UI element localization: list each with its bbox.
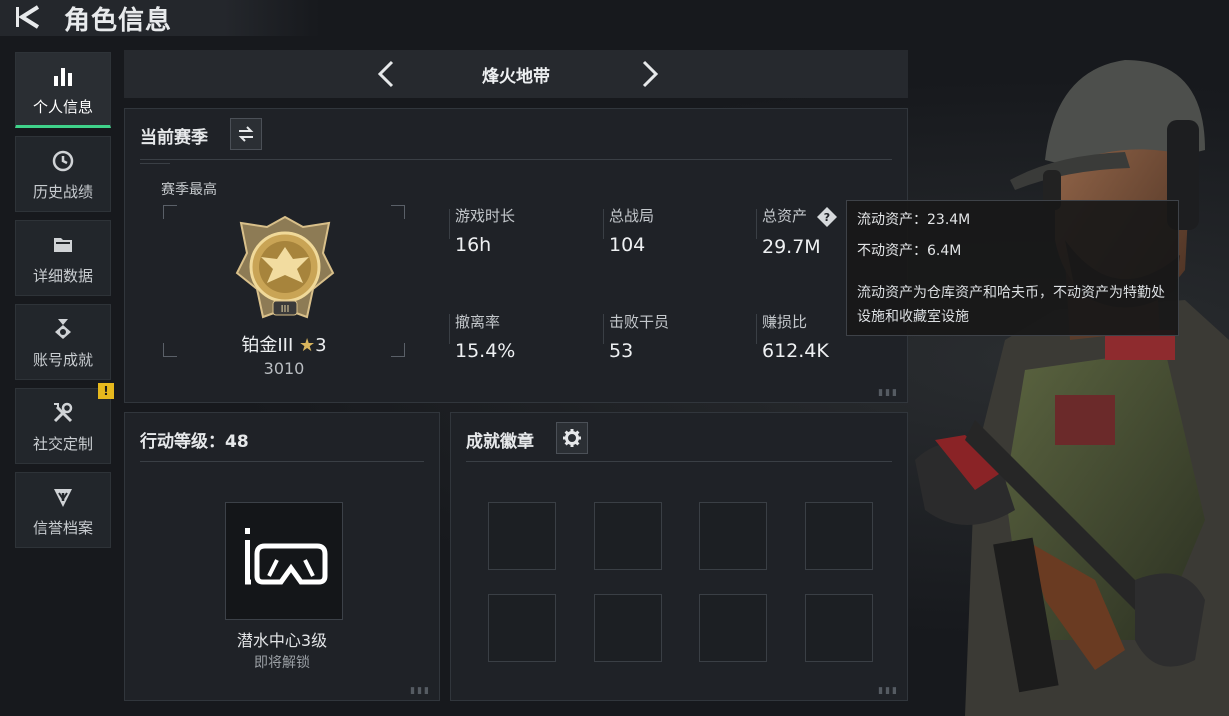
season-best-label: 赛季最高 <box>161 182 217 198</box>
star-icon: ★ <box>299 335 316 356</box>
rank-name: 铂金III <box>241 335 294 356</box>
sidebar-item-label: 历史战绩 <box>32 182 93 201</box>
stat-playtime: 游戏时长 16h <box>455 205 515 256</box>
medal-icon <box>49 315 77 343</box>
badge-slot[interactable] <box>805 502 873 570</box>
stat-label: 总资产 ? <box>762 205 838 228</box>
diving-goggles-icon <box>239 524 329 598</box>
character-portrait <box>905 40 1229 716</box>
chevron-right-icon[interactable] <box>632 58 664 90</box>
stat-value: 29.7M <box>762 235 821 258</box>
badge-slot[interactable] <box>805 594 873 662</box>
badge-slot[interactable] <box>488 502 556 570</box>
rank-score: 3010 <box>263 359 305 378</box>
swap-icon <box>238 126 254 142</box>
season-panel: 当前赛季 赛季最高 III 铂金III ★3 3010 游戏时长 16h 总战局… <box>124 108 908 403</box>
stat-label: 游戏时长 <box>455 207 516 225</box>
svg-text:?: ? <box>824 211 830 224</box>
achievements-title: 成就徽章 <box>466 432 534 452</box>
stat-profit-loss-ratio: 赚损比 612.4K <box>762 311 829 362</box>
clock-icon <box>49 147 77 175</box>
assets-tooltip: 流动资产：23.4M 不动资产：6.4M 流动资产为仓库资产和哈夫币，不动资产为… <box>846 200 1179 336</box>
stat-label-text: 总资产 <box>762 207 808 225</box>
divider <box>140 461 424 462</box>
stat-extraction-rate: 撤离率 15.4% <box>455 311 515 362</box>
sidebar-item-profile[interactable]: 个人信息 <box>15 52 111 128</box>
stat-value: 16h <box>455 234 492 256</box>
stat-value: 612.4K <box>762 340 829 362</box>
deco-marks: ▮▮▮ <box>878 388 899 398</box>
folder-icon <box>49 231 77 259</box>
sidebar-item-credit-record[interactable]: 信誉档案 <box>15 472 111 548</box>
level-reward-status: 即将解锁 <box>254 655 310 671</box>
tools-icon <box>49 399 77 427</box>
sidebar-item-label: 详细数据 <box>32 266 93 285</box>
sidebar-item-social-custom[interactable]: ! 社交定制 <box>15 383 114 464</box>
top-header: 角色信息 <box>0 0 320 36</box>
mode-selector: 烽火地带 <box>124 50 908 98</box>
stat-value: 104 <box>609 234 646 256</box>
level-title: 行动等级：48 <box>140 432 249 452</box>
badge-slot[interactable] <box>699 502 767 570</box>
rank-stars: 3 <box>315 335 327 356</box>
sidebar-item-label: 信誉档案 <box>32 518 93 537</box>
stat-value: 53 <box>609 340 634 362</box>
sidebar-item-achievements[interactable]: 账号成就 <box>15 304 111 380</box>
badge-slot[interactable] <box>594 594 662 662</box>
sidebar-item-label: 个人信息 <box>32 97 93 116</box>
tooltip-fixed-assets: 不动资产：6.4M <box>857 243 962 259</box>
stat-label: 撤离率 <box>455 313 501 331</box>
rank-emblem-icon: III <box>233 213 337 329</box>
deco-marks: ▮▮▮ <box>878 686 899 696</box>
stat-label: 赚损比 <box>762 313 808 331</box>
mode-title: 烽火地带 <box>482 67 550 87</box>
sidebar-item-label: 社交定制 <box>32 434 93 453</box>
gear-icon <box>563 429 581 447</box>
help-icon[interactable]: ? <box>816 206 838 228</box>
back-arrow-icon[interactable] <box>12 4 48 30</box>
level-reward-slot[interactable] <box>225 502 343 620</box>
sidebar-nav: 个人信息 历史战绩 详细数据 账号成就 ! 社交定制 信誉档案 <box>15 52 114 556</box>
divider <box>466 461 892 462</box>
warning-badge: ! <box>98 383 114 399</box>
badge-settings-button[interactable] <box>556 422 588 454</box>
shield-icon <box>49 483 77 511</box>
stat-value: 15.4% <box>455 340 516 362</box>
level-reward-name: 潜水中心3级 <box>236 631 328 650</box>
rank-tier-mark: III <box>281 304 290 315</box>
stat-label: 击败干员 <box>609 313 670 331</box>
divider <box>140 159 892 160</box>
badge-slot[interactable] <box>699 594 767 662</box>
bar-chart-icon <box>49 62 77 90</box>
sidebar-item-label: 账号成就 <box>32 350 93 369</box>
page-title: 角色信息 <box>64 6 173 36</box>
badge-slot[interactable] <box>488 594 556 662</box>
stat-operators-defeated: 击败干员 53 <box>609 311 669 362</box>
divider <box>140 163 170 164</box>
operation-level-panel: 行动等级：48 潜水中心3级 即将解锁 ▮▮▮ <box>124 412 440 701</box>
deco-marks: ▮▮▮ <box>410 686 431 696</box>
stat-total-assets: 总资产 ? 29.7M <box>762 205 838 258</box>
sidebar-item-history[interactable]: 历史战绩 <box>15 136 111 212</box>
stat-total-matches: 总战局 104 <box>609 205 654 256</box>
sidebar-item-detail-data[interactable]: 详细数据 <box>15 220 111 296</box>
badge-slot[interactable] <box>594 502 662 570</box>
tooltip-liquid-assets: 流动资产：23.4M <box>857 212 971 228</box>
rank-name-row: 铂金III ★3 <box>163 331 405 357</box>
swap-season-button[interactable] <box>230 118 262 150</box>
tooltip-description: 流动资产为仓库资产和哈夫币，不动资产为特勤处设施和收藏室设施 <box>857 285 1165 325</box>
achievement-badges-panel: 成就徽章 ▮▮▮ <box>450 412 908 701</box>
season-title: 当前赛季 <box>140 128 208 148</box>
stat-label: 总战局 <box>609 207 655 225</box>
